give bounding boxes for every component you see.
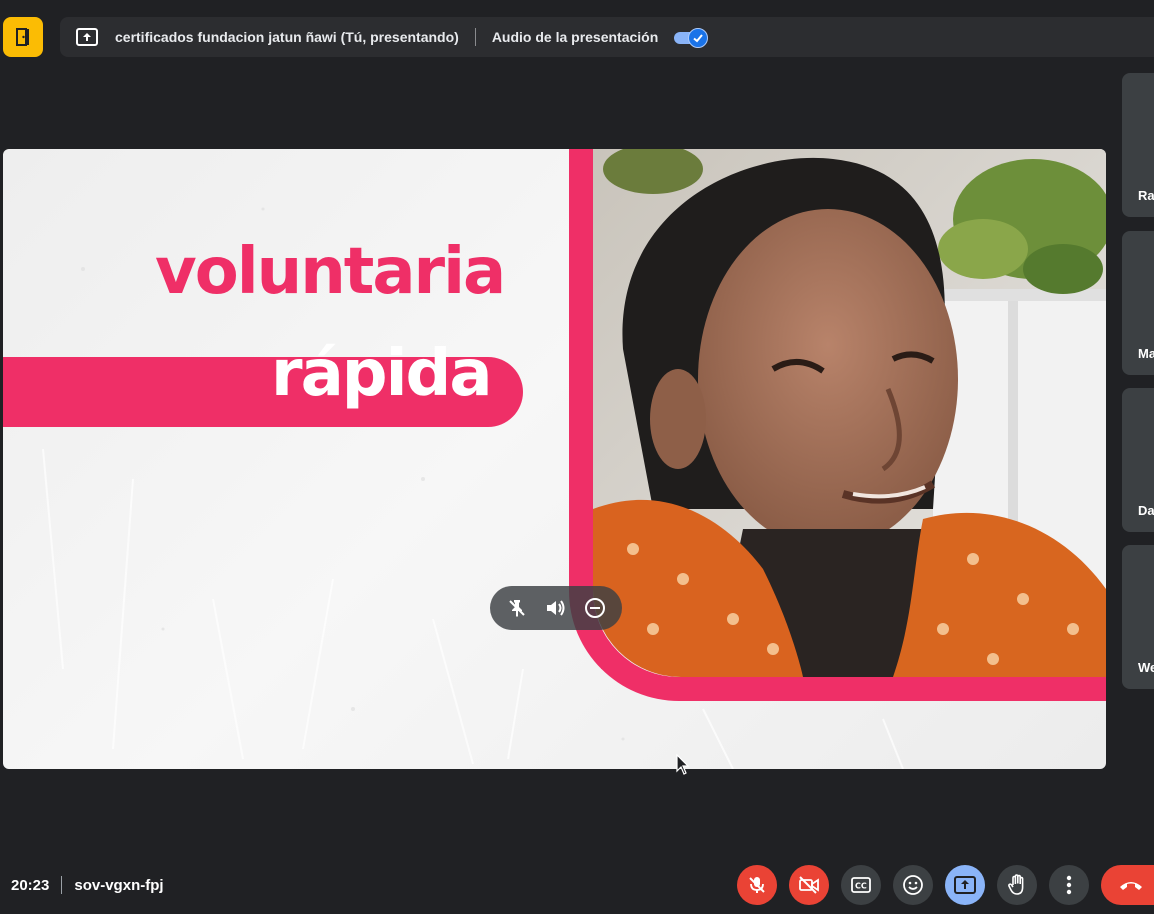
participant-tile[interactable]: Ra <box>1122 73 1154 217</box>
participant-tile[interactable]: Ma <box>1122 231 1154 375</box>
meeting-code[interactable]: sov-vgxn-fpj <box>74 877 163 894</box>
slide-heading-line-2: rápida <box>271 337 492 411</box>
more-options-icon <box>1066 875 1072 895</box>
more-options-button[interactable] <box>1049 865 1089 905</box>
present-now-button[interactable] <box>945 865 985 905</box>
participant-tile[interactable]: We <box>1122 545 1154 689</box>
emoji-icon <box>903 875 923 895</box>
check-icon <box>688 28 709 48</box>
slide-heading-line-1: voluntaria <box>155 235 506 309</box>
exit-door-icon <box>16 28 29 46</box>
raise-hand-button[interactable] <box>997 865 1037 905</box>
raise-hand-icon <box>1008 874 1024 895</box>
camera-off-icon <box>799 876 819 894</box>
svg-text:CC: CC <box>855 882 867 891</box>
participant-tile[interactable]: Da <box>1122 388 1154 532</box>
activities-button[interactable] <box>3 17 43 57</box>
presentation-bar: certificados fundacion jatun ñawi (Tú, p… <box>60 17 1154 57</box>
captions-button[interactable]: CC <box>841 865 881 905</box>
volume-icon <box>546 600 565 616</box>
divider <box>474 28 476 46</box>
pin-off-icon <box>509 600 526 617</box>
participant-name: We <box>1138 660 1154 675</box>
participant-name: Ma <box>1138 346 1154 361</box>
mouse-cursor-icon <box>676 754 690 775</box>
end-call-icon <box>1120 882 1142 890</box>
mic-off-icon <box>749 877 765 893</box>
microphone-toggle-button[interactable] <box>737 865 777 905</box>
minus-circle-icon <box>584 598 605 618</box>
presentation-audio-toggle[interactable] <box>674 26 710 48</box>
tile-hover-controls <box>490 586 622 630</box>
volume-button[interactable] <box>542 594 570 622</box>
divider <box>61 876 63 894</box>
presentation-title: certificados fundacion jatun ñawi (Tú, p… <box>115 29 459 45</box>
meet-window: certificados fundacion jatun ñawi (Tú, p… <box>0 0 1154 914</box>
presentation-audio-label: Audio de la presentación <box>491 29 659 45</box>
meeting-time: 20:23 <box>11 876 50 894</box>
reactions-button[interactable] <box>893 865 933 905</box>
captions-icon: CC <box>851 877 871 893</box>
speaker-photo <box>593 149 1106 677</box>
present-icon <box>954 876 976 894</box>
leave-call-button[interactable] <box>1101 865 1154 905</box>
participant-name: Ra <box>1138 188 1154 203</box>
meeting-info: 20:23 sov-vgxn-fpj <box>11 874 164 896</box>
present-to-all-icon <box>76 28 98 46</box>
unpin-button[interactable] <box>503 594 531 622</box>
camera-toggle-button[interactable] <box>789 865 829 905</box>
presentation-video[interactable]: voluntaria rápida <box>3 149 1106 769</box>
participant-name: Da <box>1138 503 1154 518</box>
remove-tile-button[interactable] <box>581 594 609 622</box>
